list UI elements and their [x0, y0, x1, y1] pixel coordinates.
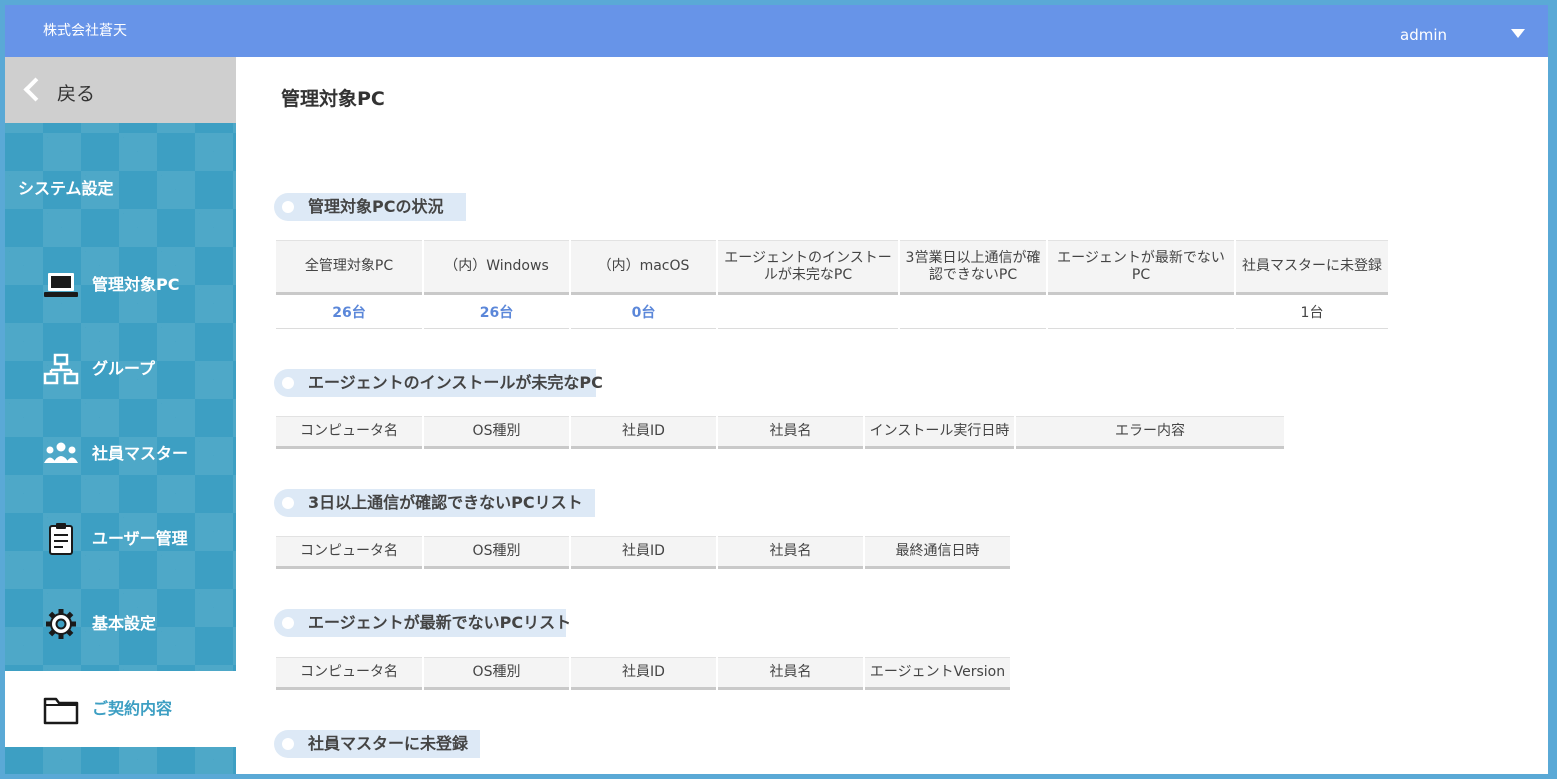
back-button[interactable]: 戻る: [5, 57, 236, 123]
column-header: エージェントのインストールが未完なPC: [718, 240, 898, 295]
column-header: コンピュータ名: [276, 536, 422, 569]
count-link-all[interactable]: 26台: [276, 295, 422, 329]
user-menu-label[interactable]: admin: [1400, 5, 1447, 65]
top-bar: 株式会社蒼天 admin: [5, 5, 1548, 57]
bullet-icon: [282, 201, 294, 213]
section-heading-no-communication: 3日以上通信が確認できないPCリスト: [274, 489, 595, 517]
section-heading-text: 社員マスターに未登録: [308, 734, 469, 753]
column-header: エージェントが最新でないPC: [1048, 240, 1234, 295]
column-header: 社員ID: [571, 657, 716, 690]
sidebar-item-label: ユーザー管理: [92, 529, 188, 548]
back-label: 戻る: [57, 83, 96, 105]
no-communication-table: コンピュータ名 OS種別 社員ID 社員名 最終通信日時: [274, 536, 1012, 569]
column-header: 社員マスターに未登録: [1236, 240, 1388, 295]
sidebar-item-label: 基本設定: [92, 614, 157, 633]
section-heading-text: エージェントのインストールが未完なPC: [308, 373, 603, 392]
count-link-windows[interactable]: 26台: [424, 295, 569, 329]
column-header: （内）Windows: [424, 240, 569, 295]
column-header: 社員ID: [571, 536, 716, 569]
clipboard-icon: [49, 523, 73, 555]
page-title: 管理対象PC: [281, 88, 385, 110]
section-heading-text: エージェントが最新でないPCリスト: [308, 613, 572, 632]
table-cell: [1048, 295, 1234, 329]
column-header: エージェントVersion: [865, 657, 1010, 690]
sidebar-item-label: 管理対象PC: [92, 275, 180, 294]
sidebar-item-managed-pc[interactable]: 管理対象PC: [5, 247, 236, 323]
section-heading-text: 3日以上通信が確認できないPCリスト: [308, 493, 583, 512]
sidebar-item-basic-settings[interactable]: 基本設定: [5, 586, 236, 662]
sidebar-item-label: 社員マスター: [92, 444, 189, 463]
sidebar: 戻る システム設定 管理対象PC グループ 社員マスター ユーザー管理 基本設定…: [5, 57, 236, 774]
column-header: （内）macOS: [571, 240, 716, 295]
column-header: 3営業日以上通信が確認できないPC: [900, 240, 1046, 295]
gear-icon: [46, 609, 76, 639]
count-link-macos[interactable]: 0台: [571, 295, 716, 329]
table-cell: 1台: [1236, 295, 1388, 329]
column-header: エラー内容: [1016, 416, 1284, 449]
bullet-icon: [282, 617, 294, 629]
column-header: 全管理対象PC: [276, 240, 422, 295]
bullet-icon: [282, 377, 294, 389]
column-header: インストール実行日時: [865, 416, 1014, 449]
section-heading-text: 管理対象PCの状況: [308, 197, 444, 216]
outdated-table: コンピュータ名 OS種別 社員ID 社員名 エージェントVersion: [274, 657, 1012, 690]
sidebar-item-user-management[interactable]: ユーザー管理: [5, 501, 236, 577]
bullet-icon: [282, 497, 294, 509]
column-header: OS種別: [424, 416, 569, 449]
sidebar-item-group[interactable]: グループ: [5, 331, 236, 407]
column-header: OS種別: [424, 657, 569, 690]
section-heading-status: 管理対象PCの状況: [274, 193, 466, 221]
column-header: 社員ID: [571, 416, 716, 449]
column-header: コンピュータ名: [276, 657, 422, 690]
column-header: 最終通信日時: [865, 536, 1010, 569]
bullet-icon: [282, 738, 294, 750]
sidebar-section-title: システム設定: [18, 179, 114, 198]
sidebar-item-label: ご契約内容: [92, 699, 173, 718]
folder-icon: [43, 697, 79, 725]
sidebar-item-employee-master[interactable]: 社員マスター: [5, 416, 236, 492]
sidebar-item-label: グループ: [92, 359, 156, 378]
column-header: 社員名: [718, 416, 863, 449]
column-header: 社員名: [718, 657, 863, 690]
status-table: 全管理対象PC （内）Windows （内）macOS エージェントのインストー…: [274, 240, 1390, 329]
section-heading-outdated: エージェントが最新でないPCリスト: [274, 609, 571, 637]
people-icon: [44, 442, 78, 463]
column-header: 社員名: [718, 536, 863, 569]
org-chart-icon: [43, 353, 79, 385]
chevron-left-icon: [23, 77, 48, 102]
column-header: OS種別: [424, 536, 569, 569]
table-cell: [900, 295, 1046, 329]
company-name: 株式会社蒼天: [43, 23, 127, 39]
table-cell: [718, 295, 898, 329]
column-header: コンピュータ名: [276, 416, 422, 449]
install-table: コンピュータ名 OS種別 社員ID 社員名 インストール実行日時 エラー内容: [274, 416, 1286, 449]
sidebar-item-contract[interactable]: ご契約内容: [5, 671, 236, 747]
section-heading-unregistered: 社員マスターに未登録: [274, 730, 480, 758]
section-heading-install: エージェントのインストールが未完なPC: [274, 369, 603, 397]
laptop-icon: [44, 273, 78, 297]
chevron-down-icon[interactable]: [1511, 29, 1525, 38]
